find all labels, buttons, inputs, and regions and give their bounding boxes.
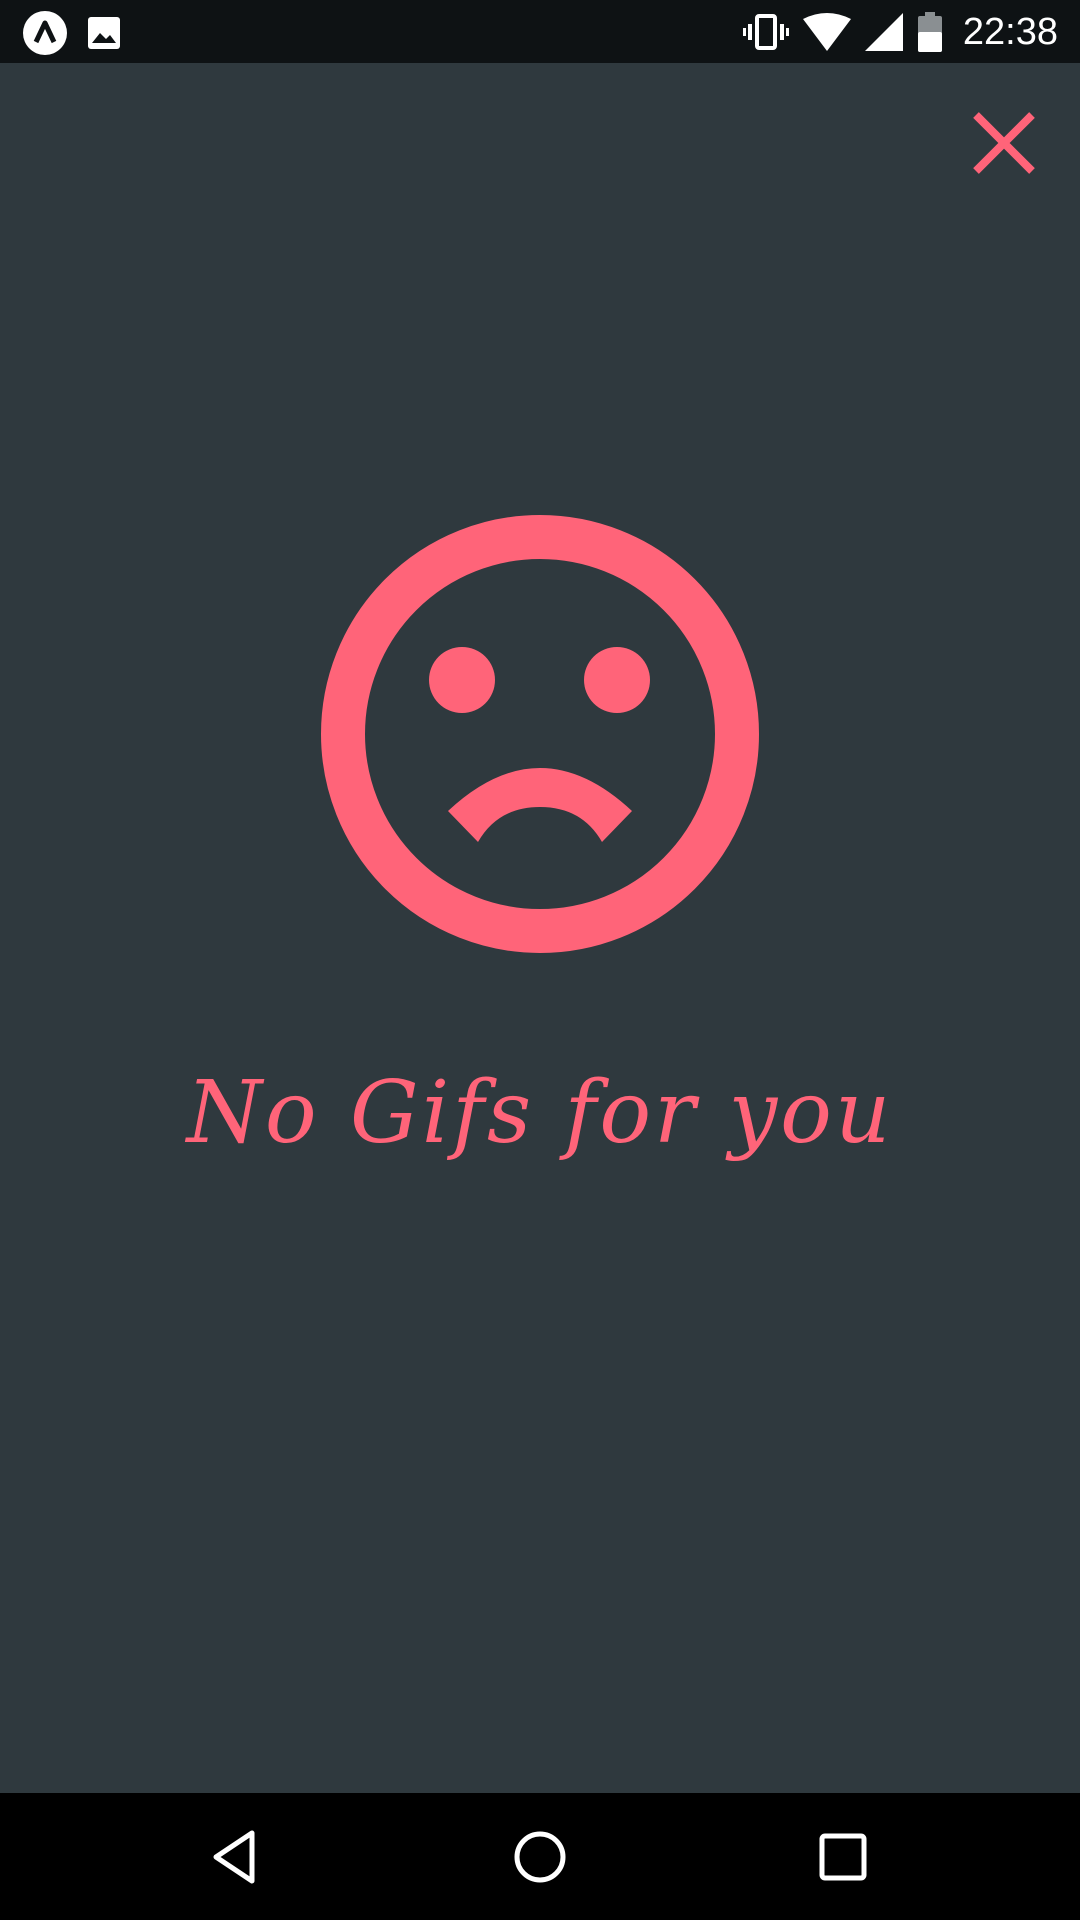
status-bar: 22:38 [0, 0, 1080, 63]
recents-button[interactable] [801, 1815, 885, 1899]
image-icon [88, 17, 120, 49]
vibrate-icon [742, 14, 789, 50]
home-button[interactable] [498, 1815, 582, 1899]
close-icon [973, 112, 1035, 174]
no-gifs-screen: No Gifs for you [0, 63, 1080, 1793]
empty-state-message: No Gifs for you [186, 1063, 894, 1163]
notification-icons [22, 10, 122, 56]
sad-face-icon [321, 515, 759, 953]
recents-icon [819, 1833, 867, 1881]
system-icons: 22:38 [742, 6, 1058, 58]
navigation-bar [0, 1793, 1080, 1920]
close-button[interactable] [966, 105, 1042, 181]
wifi-icon [802, 13, 851, 51]
app-logo-icon [23, 11, 67, 55]
back-button[interactable] [194, 1815, 278, 1899]
home-icon [514, 1831, 566, 1883]
back-icon [213, 1830, 255, 1884]
clock: 22:38 [962, 11, 1058, 53]
signal-icon [864, 13, 903, 51]
battery-icon [917, 12, 942, 52]
